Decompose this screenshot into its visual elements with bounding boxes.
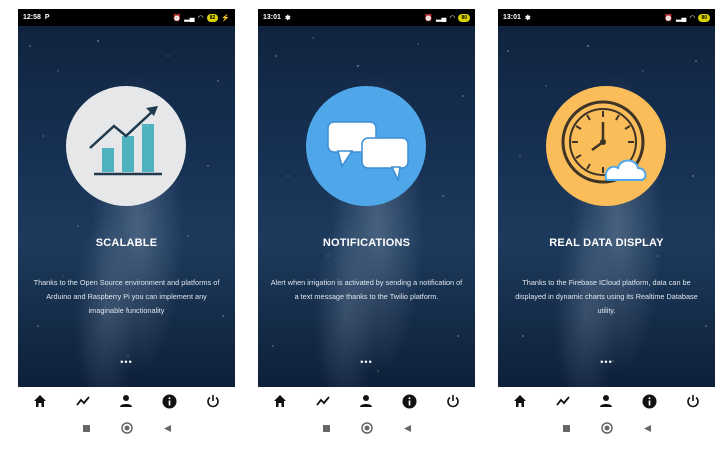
starfield-background	[272, 37, 464, 372]
system-navigation	[18, 415, 235, 441]
back-icon[interactable]	[403, 424, 412, 433]
onboarding-slide[interactable]: NOTIFICATIONS Alert when irrigation is a…	[258, 26, 475, 387]
starfield-background	[29, 40, 224, 357]
person-icon[interactable]	[591, 389, 621, 413]
recents-icon[interactable]	[562, 424, 571, 433]
onboarding-slide[interactable]: SCALABLE Thanks to the Open Source envir…	[18, 26, 235, 387]
phone-screen-real-data-display: 13:01 ✱ ⏰ ▂▄ ◠ 80 REAL DATA DISPLAY Than…	[498, 9, 715, 441]
battery-badge: 80	[458, 13, 470, 22]
wifi-icon: ◠	[689, 14, 696, 22]
home-circle-icon[interactable]	[360, 422, 373, 434]
recents-icon[interactable]	[322, 424, 331, 433]
power-icon[interactable]	[198, 389, 228, 413]
signal-icon: ▂▄	[675, 14, 687, 22]
wifi-icon: ◠	[449, 14, 456, 22]
status-bar: 13:01 ✱ ⏰ ▂▄ ◠ 80	[258, 9, 475, 26]
alarm-icon: ⏰	[172, 14, 182, 22]
slide-description: Thanks to the Open Source environment an…	[33, 278, 220, 315]
home-icon[interactable]	[25, 389, 55, 413]
app-notification-icon: P	[44, 14, 50, 21]
chat-bubbles-icon	[327, 121, 409, 183]
person-icon[interactable]	[111, 389, 141, 413]
trending-icon[interactable]	[68, 389, 98, 413]
slide-description: Alert when irrigation is activated by se…	[270, 278, 463, 301]
charging-icon: ⚡	[221, 14, 230, 22]
power-icon[interactable]	[438, 389, 468, 413]
bottom-navigation	[498, 387, 715, 415]
battery-badge: 82	[206, 13, 219, 22]
person-icon[interactable]	[351, 389, 381, 413]
trending-icon[interactable]	[548, 389, 578, 413]
slide-title: SCALABLE	[95, 237, 158, 249]
slide-title: NOTIFICATIONS	[322, 237, 411, 249]
status-time: 12:58	[23, 14, 41, 21]
onboarding-slide[interactable]: REAL DATA DISPLAY Thanks to the Firebase…	[498, 26, 715, 387]
signal-icon: ▂▄	[435, 14, 447, 22]
power-icon[interactable]	[678, 389, 708, 413]
back-icon[interactable]	[643, 424, 652, 433]
status-bar: 13:01 ✱ ⏰ ▂▄ ◠ 80	[498, 9, 715, 26]
alarm-icon: ⏰	[424, 14, 433, 22]
wifi-icon: ◠	[197, 14, 204, 22]
growth-chart-icon	[89, 106, 162, 176]
status-time: 13:01	[263, 14, 281, 21]
slide-title: REAL DATA DISPLAY	[549, 237, 664, 249]
feature-icon-circle	[306, 86, 426, 206]
phone-screen-notifications: 13:01 ✱ ⏰ ▂▄ ◠ 80 NOTIFICATIONS Alert wh…	[258, 9, 475, 441]
app-notification-icon: ✱	[284, 14, 291, 22]
status-time: 13:01	[503, 14, 521, 21]
clock-cloud-icon	[561, 100, 647, 184]
phone-screen-scalable: 12:58 P ⏰ ▂▄ ◠ 82 ⚡ SCALABLE Thanks to t…	[18, 9, 235, 441]
feature-icon-circle	[66, 86, 186, 206]
page-indicator[interactable]: •••	[18, 357, 235, 367]
system-navigation	[498, 415, 715, 441]
signal-icon: ▂▄	[184, 14, 195, 22]
starfield-background	[507, 45, 707, 362]
home-circle-icon[interactable]	[600, 422, 613, 434]
battery-badge: 80	[698, 13, 710, 22]
feature-icon-circle	[546, 86, 666, 206]
alarm-icon: ⏰	[664, 14, 673, 22]
info-icon[interactable]	[395, 389, 425, 413]
home-icon[interactable]	[265, 389, 295, 413]
page-indicator[interactable]: •••	[498, 357, 715, 367]
trending-icon[interactable]	[308, 389, 338, 413]
app-notification-icon: ✱	[524, 14, 531, 22]
page-indicator[interactable]: •••	[258, 357, 475, 367]
recents-icon[interactable]	[82, 424, 91, 433]
bottom-navigation	[258, 387, 475, 415]
home-circle-icon[interactable]	[120, 422, 133, 434]
info-icon[interactable]	[635, 389, 665, 413]
system-navigation	[258, 415, 475, 441]
status-bar: 12:58 P ⏰ ▂▄ ◠ 82 ⚡	[18, 9, 235, 26]
bottom-navigation	[18, 387, 235, 415]
home-icon[interactable]	[505, 389, 535, 413]
back-icon[interactable]	[163, 424, 172, 433]
slide-description: Thanks to the Firebase ICloud platform, …	[515, 278, 698, 315]
info-icon[interactable]	[155, 389, 185, 413]
